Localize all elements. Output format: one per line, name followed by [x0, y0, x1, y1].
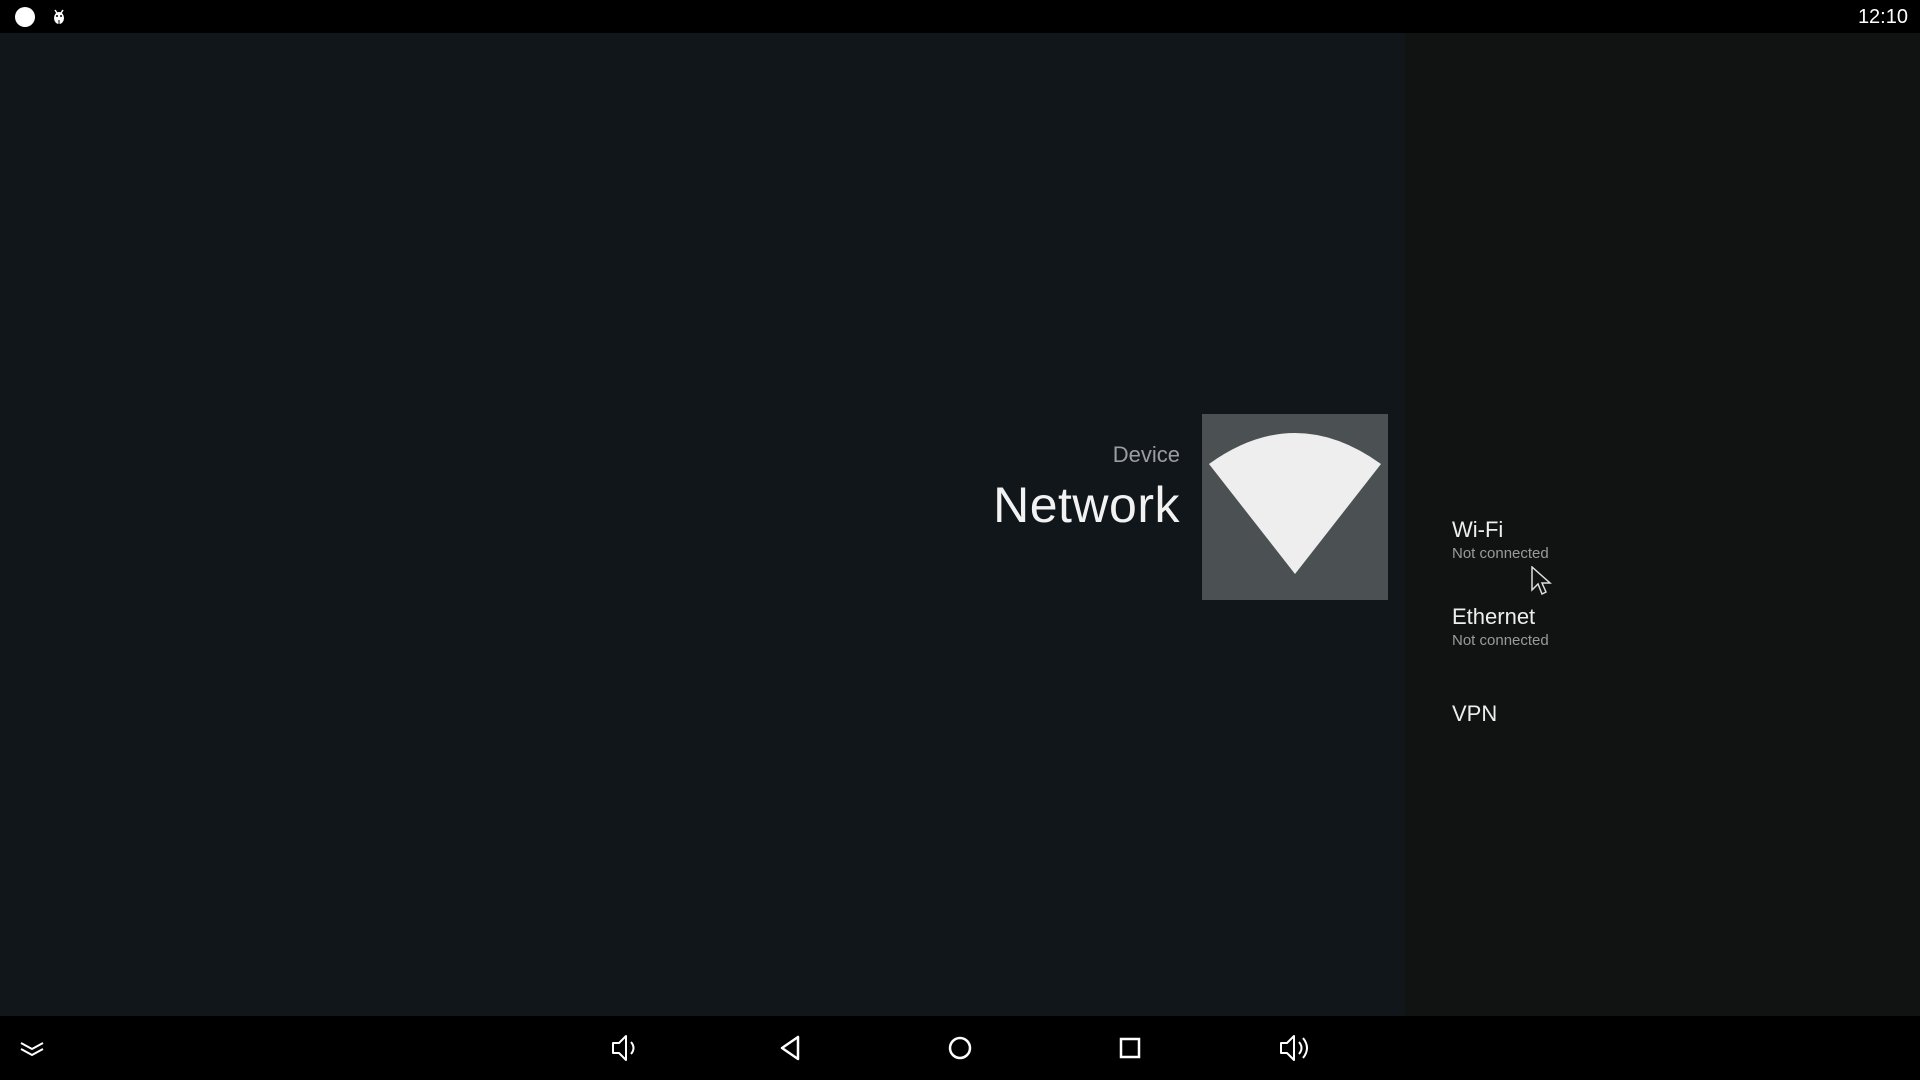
menu-item-title: Ethernet — [1452, 604, 1536, 629]
home-icon — [948, 1036, 972, 1060]
volume-down-button[interactable] — [605, 1028, 645, 1068]
wifi-icon — [1209, 433, 1381, 574]
menu-item-subtitle: Not connected — [1452, 632, 1549, 649]
menu-item-vpn[interactable]: VPN — [1452, 700, 1497, 728]
menu-item-title: VPN — [1452, 701, 1498, 726]
volume-down-icon — [612, 1035, 635, 1061]
mouse-cursor-icon — [1531, 566, 1552, 596]
status-bar: 12:10 — [0, 0, 1920, 33]
volume-up-button[interactable] — [1275, 1028, 1315, 1068]
circle-notification-icon — [15, 7, 35, 27]
menu-item-title: Wi-Fi — [1452, 517, 1504, 542]
volume-up-icon — [1280, 1035, 1308, 1061]
recents-icon — [1119, 1037, 1141, 1059]
clock: 12:10 — [1857, 6, 1908, 28]
back-button[interactable] — [771, 1028, 811, 1068]
back-icon — [780, 1035, 800, 1061]
recents-button[interactable] — [1110, 1028, 1150, 1068]
collapse-button[interactable] — [12, 1028, 52, 1068]
navigation-bar — [0, 1016, 1920, 1080]
menu-item-ethernet[interactable]: Ethernet Not connected — [1452, 603, 1549, 651]
breadcrumb: Device — [1112, 442, 1180, 467]
settings-screen — [0, 33, 1920, 1016]
menu-item-subtitle: Not connected — [1452, 545, 1549, 562]
android-debug-icon — [54, 9, 64, 26]
network-icon-tile — [1202, 414, 1388, 600]
header-pane — [0, 33, 1405, 1016]
menu-item-wifi[interactable]: Wi-Fi Not connected — [1452, 516, 1549, 564]
page-title: Network — [993, 477, 1180, 533]
collapse-icon — [20, 1042, 44, 1057]
home-button[interactable] — [940, 1028, 980, 1068]
